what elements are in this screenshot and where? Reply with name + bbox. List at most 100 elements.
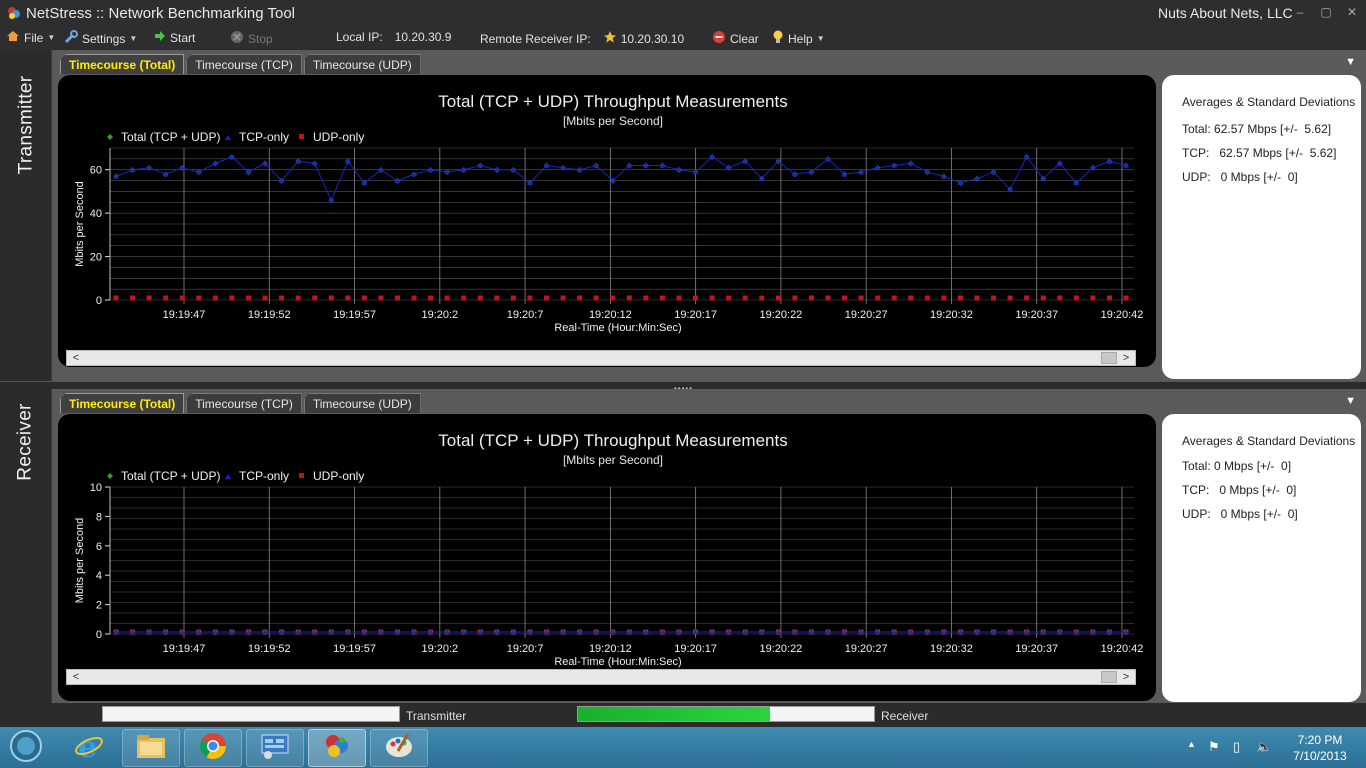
receiver-stats: Averages & Standard Deviations Total: 0 …: [1162, 414, 1361, 702]
legend-label: TCP-only: [239, 469, 289, 483]
x-tick-label: 19:20:12: [589, 309, 632, 321]
x-tick-label: 19:20:2: [421, 643, 458, 655]
scroll-thumb[interactable]: [1101, 671, 1117, 683]
udp-point: [891, 295, 897, 301]
y-tick-label: 6: [96, 541, 102, 553]
help-menu[interactable]: Help ▼: [772, 30, 825, 47]
x-tick-label: 19:20:17: [674, 309, 717, 321]
udp-point: [279, 295, 285, 301]
udp-point: [991, 295, 997, 301]
udp-point: [643, 295, 649, 301]
udp-point: [577, 295, 583, 301]
chevron-down-icon: ▼: [816, 34, 825, 43]
receiver-scrollbar[interactable]: < >: [66, 669, 1136, 685]
tray-expand-icon[interactable]: ▲: [1187, 739, 1196, 749]
stop-icon: [230, 30, 244, 47]
x-tick-label: 19:20:27: [845, 309, 888, 321]
scroll-left-icon[interactable]: <: [69, 351, 83, 365]
volume-icon[interactable]: 🔈: [1256, 739, 1272, 755]
receiver-chart: Total (TCP + UDP) Throughput Measurement…: [58, 414, 1156, 701]
scroll-left-icon[interactable]: <: [69, 670, 83, 684]
udp-point: [130, 295, 136, 301]
close-icon[interactable]: ✕: [1344, 4, 1360, 20]
tab-timecourse-total[interactable]: Timecourse (Total): [60, 54, 185, 74]
start-label: Start: [170, 30, 196, 45]
taskbar-netstress[interactable]: [308, 729, 366, 767]
udp-point: [957, 295, 963, 301]
stats-total: Total: 0 Mbps [+/- 0]: [1182, 459, 1292, 473]
udp-point: [494, 295, 500, 301]
udp-point: [875, 295, 881, 301]
udp-point: [742, 295, 748, 301]
udp-point: [1024, 295, 1030, 301]
taskbar-chrome[interactable]: [184, 729, 242, 767]
stats-tcp: TCP: 62.57 Mbps [+/- 5.62]: [1182, 146, 1337, 160]
action-center-flag-icon[interactable]: ⚑: [1208, 739, 1220, 755]
legend-marker-total: [107, 134, 113, 140]
udp-point: [212, 295, 218, 301]
panel-menu-icon[interactable]: ▼: [1345, 395, 1356, 407]
tab-strip: Timecourse (Total) Timecourse (TCP) Time…: [60, 393, 423, 413]
udp-point: [229, 295, 235, 301]
maximize-icon[interactable]: ▢: [1318, 4, 1334, 20]
taskbar: e ▲ ⚑ ▯ 🔈 7:20 PM 7/10/2013: [0, 727, 1366, 768]
udp-point: [328, 295, 334, 301]
tab-timecourse-tcp[interactable]: Timecourse (TCP): [186, 54, 302, 74]
tab-timecourse-tcp[interactable]: Timecourse (TCP): [186, 393, 302, 413]
stop-button[interactable]: Stop: [230, 30, 273, 47]
udp-point: [1040, 295, 1046, 301]
tcp-point: [824, 156, 831, 162]
transmitter-scrollbar[interactable]: < >: [66, 350, 1136, 366]
taskbar-ie[interactable]: e: [60, 729, 118, 767]
home-icon: [6, 30, 20, 45]
udp-point: [709, 295, 715, 301]
scroll-right-icon[interactable]: >: [1119, 670, 1133, 684]
x-tick-label: 19:20:7: [507, 309, 544, 321]
power-icon[interactable]: ▯: [1233, 739, 1240, 755]
stop-label: Stop: [248, 31, 273, 46]
taskbar-explorer[interactable]: [122, 729, 180, 767]
panel-menu-icon[interactable]: ▼: [1345, 56, 1356, 68]
taskbar-paint[interactable]: [370, 729, 428, 767]
y-tick-label: 60: [90, 165, 102, 177]
app-icon: [6, 5, 22, 21]
settings-menu[interactable]: Settings ▼: [64, 30, 137, 47]
x-tick-label: 19:19:57: [333, 643, 376, 655]
file-menu[interactable]: File ▼: [6, 30, 55, 45]
tab-timecourse-total[interactable]: Timecourse (Total): [60, 393, 185, 413]
clear-label: Clear: [730, 31, 759, 46]
scroll-right-icon[interactable]: >: [1119, 351, 1133, 365]
local-ip-value: 10.20.30.9: [394, 30, 452, 44]
udp-point: [179, 295, 185, 301]
x-tick-label: 19:20:37: [1015, 643, 1058, 655]
minimize-icon[interactable]: –: [1292, 4, 1308, 20]
control-panel-icon: [260, 732, 290, 765]
panel-splitter[interactable]: •••••: [0, 381, 1366, 393]
chart-title: Total (TCP + UDP) Throughput Measurement…: [438, 431, 787, 450]
tab-timecourse-udp[interactable]: Timecourse (UDP): [303, 54, 421, 74]
netstress-icon: [322, 731, 352, 766]
clear-button[interactable]: Clear: [712, 30, 759, 47]
x-tick-label: 19:19:52: [248, 309, 291, 321]
taskbar-control-panel[interactable]: [246, 729, 304, 767]
start-orb[interactable]: [0, 729, 52, 767]
company-name: Nuts About Nets, LLC: [1158, 5, 1293, 21]
udp-point: [676, 295, 682, 301]
tcp-point: [659, 162, 666, 168]
udp-point: [527, 295, 533, 301]
x-tick-label: 19:19:52: [248, 643, 291, 655]
svg-text:e: e: [78, 731, 97, 761]
udp-point: [295, 295, 301, 301]
tcp-point: [262, 160, 269, 166]
tcp-point: [146, 164, 153, 170]
y-tick-label: 10: [90, 482, 102, 494]
chart-subtitle: [Mbits per Second]: [563, 114, 663, 128]
tab-timecourse-udp[interactable]: Timecourse (UDP): [303, 393, 421, 413]
scroll-thumb[interactable]: [1101, 352, 1117, 364]
tcp-point: [907, 160, 914, 166]
start-button[interactable]: Start: [154, 30, 195, 45]
x-tick-label: 19:20:42: [1101, 309, 1144, 321]
remote-ip-display[interactable]: Remote Receiver IP: 10.20.30.10: [480, 30, 684, 47]
system-clock[interactable]: 7:20 PM 7/10/2013: [1290, 732, 1350, 764]
udp-point: [312, 295, 318, 301]
